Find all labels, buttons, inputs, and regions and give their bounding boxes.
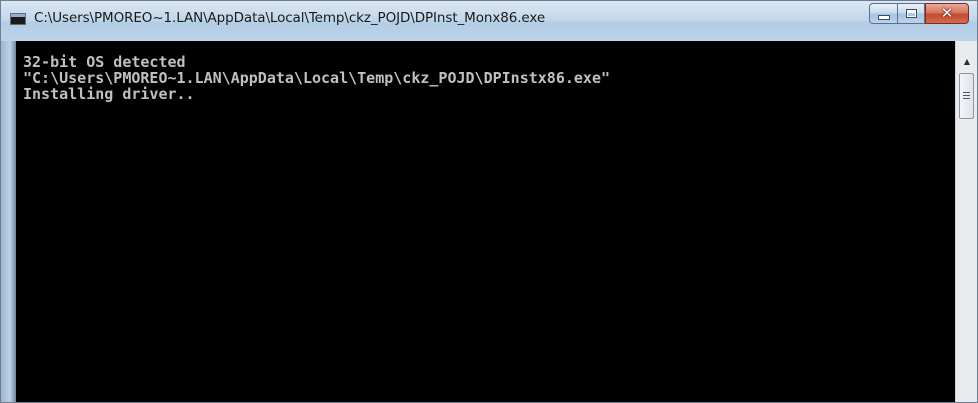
console-line: Installing driver.. — [23, 85, 195, 103]
grip-line — [963, 95, 970, 96]
grip-line — [963, 92, 970, 93]
minimize-button[interactable] — [869, 3, 897, 24]
title-bar[interactable]: C:\Users\PMOREO~1.LAN\AppData\Local\Temp… — [1, 1, 977, 41]
minimize-icon — [877, 15, 890, 20]
maximize-icon — [905, 9, 917, 18]
scrollbar-thumb[interactable] — [959, 73, 974, 119]
scroll-up-arrow-icon[interactable]: ▲ — [958, 53, 976, 70]
console-window: C:\Users\PMOREO~1.LAN\AppData\Local\Temp… — [0, 0, 978, 403]
close-icon: ✕ — [940, 4, 954, 22]
console-output-area[interactable]: 32-bit OS detected "C:\Users\PMOREO~1.LA… — [1, 41, 955, 402]
grip-line — [963, 98, 970, 99]
console-text: 32-bit OS detected "C:\Users\PMOREO~1.LA… — [23, 54, 610, 102]
console-window-icon[interactable] — [10, 13, 26, 25]
vertical-scrollbar[interactable]: ▲ — [955, 41, 977, 402]
maximize-button[interactable] — [897, 3, 925, 24]
caption-buttons: ✕ — [869, 3, 969, 24]
close-button[interactable]: ✕ — [925, 3, 969, 24]
window-title: C:\Users\PMOREO~1.LAN\AppData\Local\Temp… — [34, 10, 546, 26]
